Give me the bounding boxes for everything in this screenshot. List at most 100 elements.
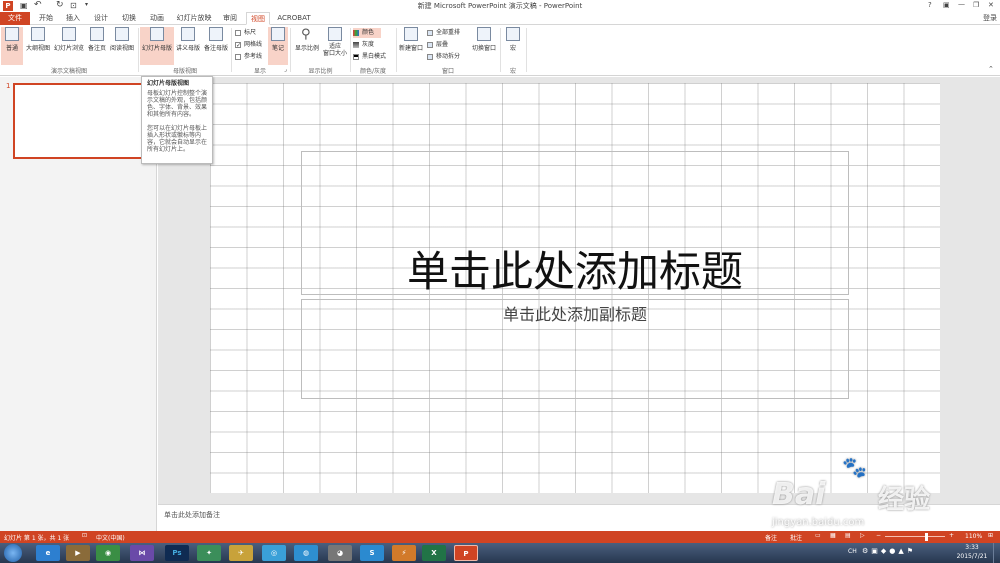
spellcheck-icon[interactable]: ⊡ — [82, 532, 87, 539]
help-icon[interactable]: ? — [928, 1, 932, 9]
baidu-watermark: 🐾 Bai 经验 jingyan.baidu.com — [772, 455, 972, 535]
switch-window-icon — [477, 27, 491, 41]
tab-review[interactable]: 审阅 — [218, 12, 242, 25]
new-window-button[interactable]: 新建窗口 — [398, 27, 424, 65]
zoom-slider-thumb[interactable] — [925, 533, 928, 541]
slide-editor: 单击此处添加标题 单击此处添加副标题 — [158, 77, 1000, 504]
color-button[interactable]: 颜色 — [353, 28, 381, 38]
tab-slideshow[interactable]: 幻灯片放映 — [174, 12, 214, 25]
app-penguin-icon[interactable]: ◕ — [328, 545, 352, 561]
reading-view-status-icon[interactable]: ▤ — [845, 532, 851, 539]
macro-button[interactable]: 宏 — [503, 27, 523, 65]
powerpoint-taskbar-icon[interactable]: P — [454, 545, 478, 561]
sogou-icon[interactable]: S — [360, 545, 384, 561]
grayscale-button[interactable]: 灰度 — [353, 40, 374, 50]
zoom-in-icon[interactable]: + — [949, 532, 954, 539]
slide-sorter-button[interactable]: 幻灯片浏览 — [52, 27, 86, 65]
black-white-button[interactable]: 黑白模式 — [353, 52, 386, 62]
app-bubble-icon[interactable]: ◍ — [294, 545, 318, 561]
notes-icon — [271, 27, 285, 41]
tab-insert[interactable]: 插入 — [61, 12, 85, 25]
app-network-icon[interactable]: ◎ — [262, 545, 286, 561]
guides-checkbox[interactable]: 参考线 — [235, 52, 262, 62]
gridlines-checkbox[interactable]: ✓ 网格线 — [235, 40, 262, 50]
zoom-level[interactable]: 110% — [965, 533, 982, 540]
tab-acrobat[interactable]: ACROBAT — [275, 12, 313, 25]
slide-master-button[interactable]: 幻灯片母版 — [140, 27, 174, 65]
color-swatch-icon — [353, 29, 359, 36]
system-tray-icons[interactable]: ⚙▣◆●▲⚑ — [862, 547, 916, 555]
grayscale-label: 灰度 — [362, 41, 375, 48]
normal-view-label: 普通 — [5, 45, 18, 52]
chrome-icon[interactable]: ◉ — [96, 545, 120, 561]
ruler-checkbox[interactable]: 标尺 — [235, 28, 256, 38]
input-language-indicator[interactable]: CH — [848, 548, 857, 555]
reading-view-button[interactable]: 阅读视图 — [108, 27, 136, 65]
app-flash-icon[interactable]: ⚡ — [392, 545, 416, 561]
cascade-button[interactable]: 层叠 — [427, 40, 448, 50]
slide-number: 1 — [6, 82, 11, 90]
reading-view-label: 阅读视图 — [109, 45, 134, 52]
subtitle-placeholder[interactable]: 单击此处添加副标题 — [301, 299, 849, 399]
start-button-icon[interactable] — [4, 544, 22, 562]
paw-icon: 🐾 — [842, 455, 867, 479]
new-window-label: 新建窗口 — [398, 45, 423, 52]
tab-transitions[interactable]: 切换 — [117, 12, 141, 25]
app-green-icon[interactable]: ✦ — [197, 545, 221, 561]
normal-view-button[interactable]: 普通 — [1, 27, 23, 65]
tab-design[interactable]: 设计 — [89, 12, 113, 25]
language-indicator[interactable]: 中文(中国) — [96, 533, 125, 542]
minimize-icon[interactable]: — — [958, 0, 965, 8]
fit-slide-icon[interactable]: ⊞ — [988, 532, 993, 539]
zoom-label: 显示比例 — [294, 45, 319, 52]
slide-master-label: 幻灯片母版 — [141, 45, 172, 52]
group-separator — [526, 28, 527, 72]
zoom-slider[interactable] — [885, 536, 945, 537]
clock-time[interactable]: 3:33 — [960, 544, 984, 551]
notes-toggle-button[interactable]: 笔记 — [268, 27, 288, 65]
group-label-zoom: 显示比例 — [308, 68, 333, 75]
slideshow-status-icon[interactable]: ▷ — [860, 532, 865, 539]
dialog-launcher-icon[interactable]: ⌟ — [284, 66, 287, 73]
ie-icon[interactable]: e — [36, 545, 60, 561]
media-player-icon[interactable]: ▶ — [66, 545, 90, 561]
tab-animations[interactable]: 动画 — [145, 12, 169, 25]
tab-home[interactable]: 开始 — [34, 12, 58, 25]
notes-status-button[interactable]: 备注 — [765, 533, 777, 542]
excel-icon[interactable]: X — [422, 545, 446, 561]
windows-taskbar: e ▶ ◉ ⋈ Ps ✦ ✈ ◎ ◍ ◕ S ⚡ X P CH ⚙▣◆●▲⚑ 3… — [0, 543, 1000, 563]
slide-title: 单击此处添加标题 — [406, 247, 743, 296]
collapse-ribbon-icon[interactable]: ⌃ — [988, 65, 994, 73]
signin-link[interactable]: 登录 — [980, 12, 1000, 25]
tab-view[interactable]: 视图 — [246, 12, 270, 25]
normal-view-status-icon[interactable]: ▭ — [815, 532, 821, 539]
zoom-button[interactable]: ⚲ 显示比例 — [293, 27, 321, 65]
close-icon[interactable]: ✕ — [988, 1, 994, 9]
app-bird-icon[interactable]: ✈ — [229, 545, 253, 561]
visual-studio-icon[interactable]: ⋈ — [130, 545, 154, 561]
restore-icon[interactable]: ❐ — [973, 1, 979, 9]
outline-view-button[interactable]: 大纲视图 — [24, 27, 52, 65]
tooltip-paragraph-2: 您可以在幻灯片母板上插入形状或徽标等内容，它就会自动显示在所有幻灯片上。 — [147, 125, 208, 153]
slide-master-tooltip: 幻灯片母版视图 母板幻灯片控制整个演示文稿的外观，包括颜色、字体、背景、效果和其… — [141, 76, 213, 164]
sorter-view-status-icon[interactable]: ▦ — [830, 532, 836, 539]
move-split-button[interactable]: 移动拆分 — [427, 52, 460, 62]
comments-status-button[interactable]: 批注 — [790, 533, 802, 542]
notes-page-button[interactable]: 备注页 — [86, 27, 108, 65]
handout-master-button[interactable]: 讲义母版 — [174, 27, 202, 65]
zoom-out-icon[interactable]: − — [876, 532, 881, 539]
slide-thumbnail[interactable] — [13, 83, 145, 159]
show-desktop-button[interactable] — [993, 543, 1000, 563]
notes-master-button[interactable]: 备注母版 — [202, 27, 230, 65]
clock-date[interactable]: 2015/7/21 — [953, 553, 991, 560]
slide-master-icon — [150, 27, 164, 41]
title-placeholder[interactable]: 单击此处添加标题 — [301, 151, 849, 296]
slide-canvas[interactable]: 单击此处添加标题 单击此处添加副标题 — [210, 83, 940, 493]
ribbon-display-icon[interactable]: ▣ — [943, 1, 950, 9]
fit-to-window-button[interactable]: 适应 窗口大小 — [322, 27, 348, 65]
cascade-label: 层叠 — [436, 41, 449, 48]
switch-window-button[interactable]: 切换窗口 — [470, 27, 498, 65]
photoshop-icon[interactable]: Ps — [165, 545, 189, 561]
arrange-all-button[interactable]: 全部重排 — [427, 28, 460, 38]
tab-file[interactable]: 文件 — [0, 12, 30, 25]
